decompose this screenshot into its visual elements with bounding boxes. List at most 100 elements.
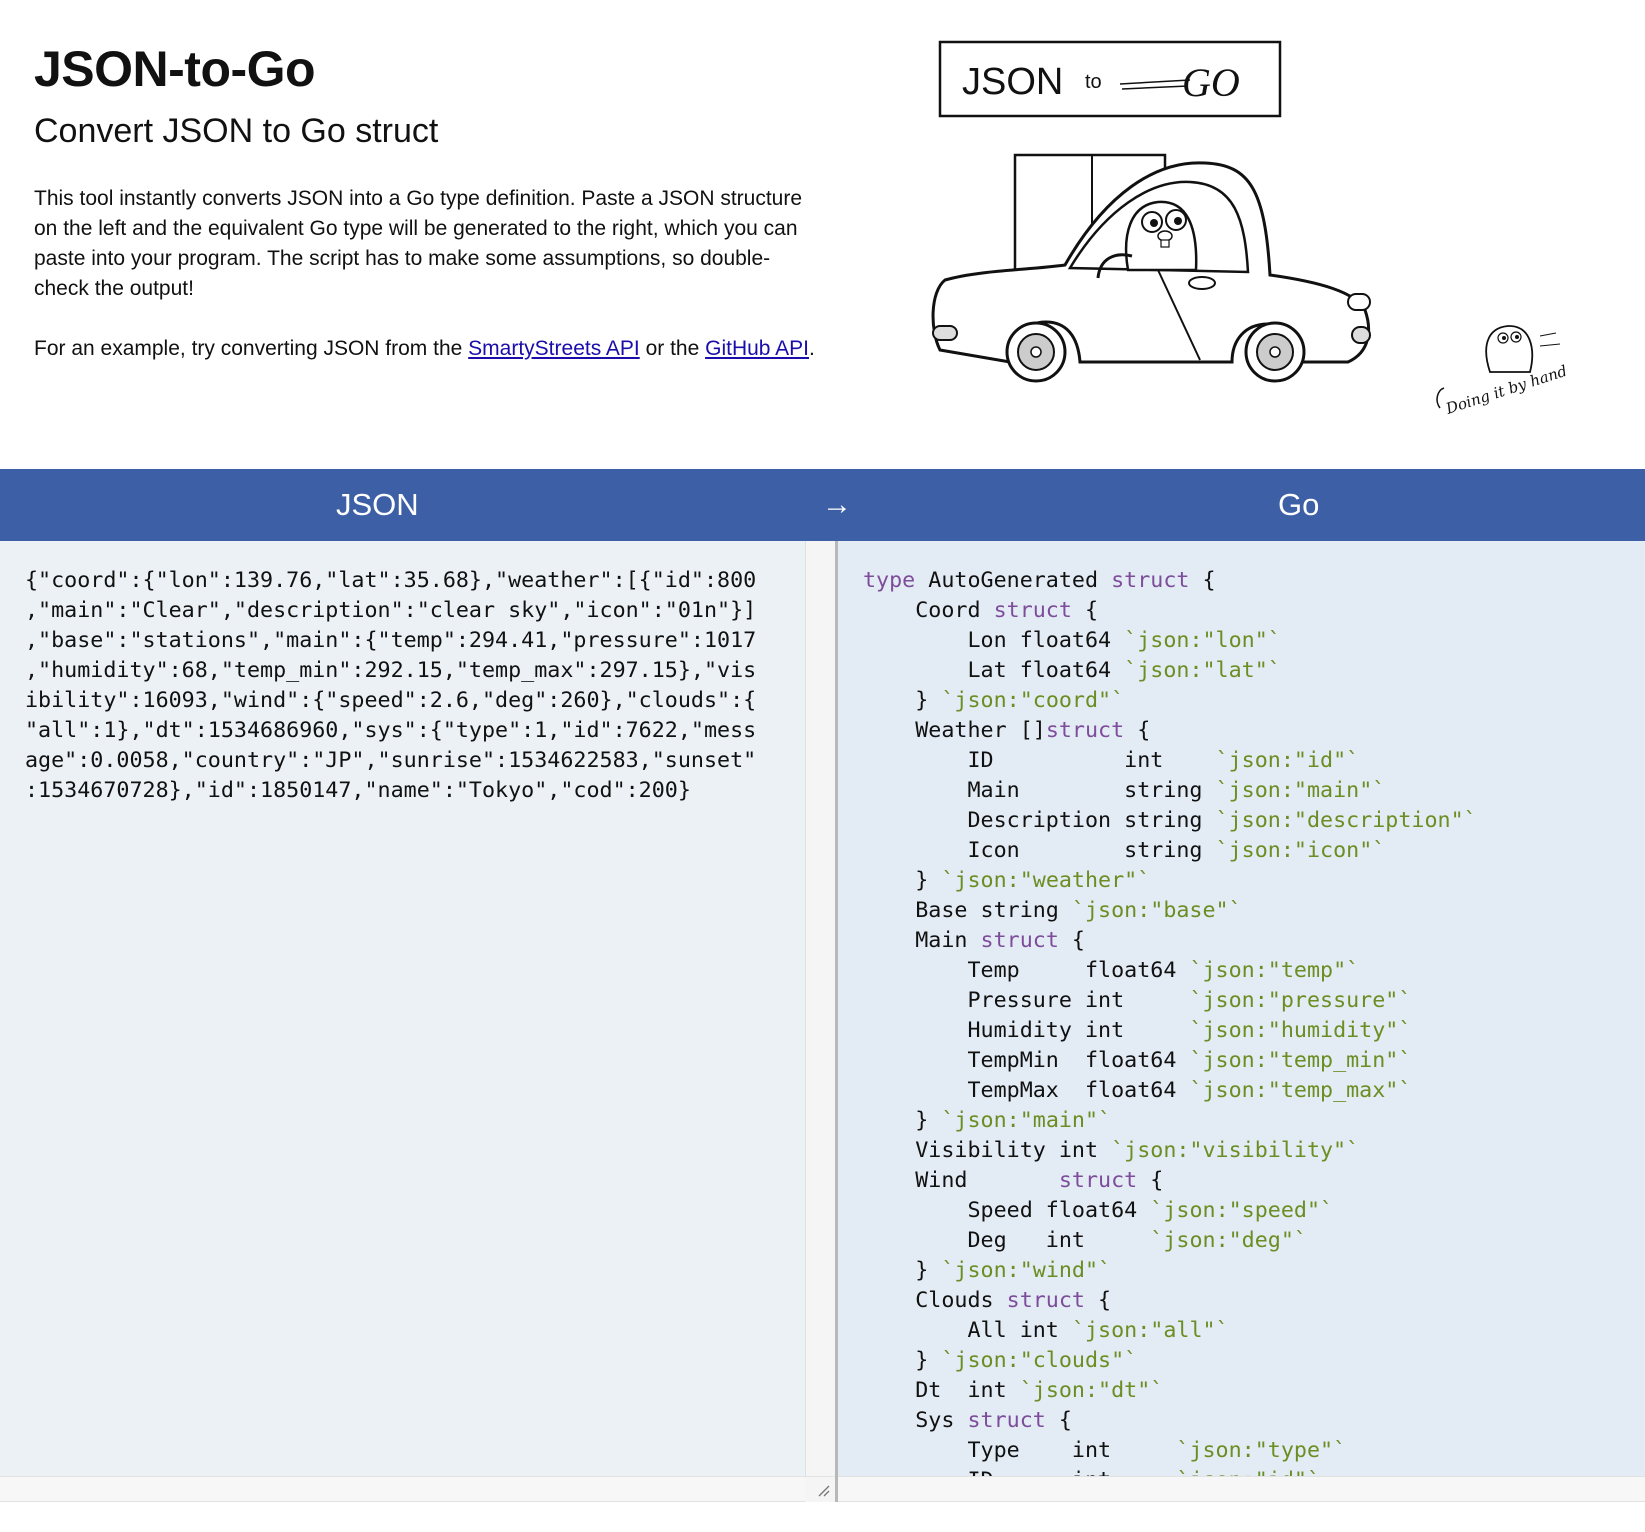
json-pane-label: JSON [336, 487, 419, 522]
go-struct-tag: `json:"weather"` [941, 868, 1151, 893]
go-output-line: Clouds struct { [863, 1286, 1477, 1316]
go-code-text: All int [967, 1318, 1072, 1343]
tool-description: This tool instantly converts JSON into a… [34, 187, 803, 300]
go-code-text: Base string [915, 898, 1072, 923]
go-output-line: Icon string `json:"icon"` [863, 836, 1477, 866]
go-code-text: Type int [967, 1438, 1177, 1463]
go-code-text: AutoGenerated [915, 568, 1112, 593]
go-struct-tag: `json:"visibility"` [1111, 1138, 1360, 1163]
go-code-text: Clouds [915, 1288, 1007, 1313]
go-keyword: struct [980, 928, 1059, 953]
go-code-text: Sys [915, 1408, 968, 1433]
go-output-line: Weather []struct { [863, 716, 1477, 746]
go-output-line: ID int `json:"id"` [863, 1466, 1477, 1476]
go-output-line: Deg int `json:"deg"` [863, 1226, 1477, 1256]
go-output-line: Main string `json:"main"` [863, 776, 1477, 806]
go-keyword: struct [1111, 568, 1190, 593]
go-struct-tag: `json:"all"` [1071, 1318, 1229, 1343]
go-struct-tag: `json:"humidity"` [1189, 1018, 1412, 1043]
go-code-text: { [1058, 928, 1085, 953]
go-code-text: } [915, 1258, 942, 1283]
json-input-horizontal-scrollbar[interactable] [0, 1476, 805, 1502]
go-struct-tag: `json:"id"` [1215, 748, 1360, 773]
go-output-line: } `json:"weather"` [863, 866, 1477, 896]
go-output-line: Lat float64 `json:"lat"` [863, 656, 1477, 686]
go-struct-tag: `json:"dt"` [1019, 1378, 1164, 1403]
logo-go-text: GO [1182, 60, 1240, 105]
go-code-text: Icon string [967, 838, 1216, 863]
go-output-horizontal-scrollbar[interactable] [838, 1476, 1645, 1502]
go-output-line: } `json:"coord"` [863, 686, 1477, 716]
go-output-line: Wind struct { [863, 1166, 1477, 1196]
example-mid: or the [639, 337, 706, 360]
example-text: For an example, try converting JSON from… [34, 334, 824, 364]
go-keyword: struct [1045, 718, 1125, 743]
textarea-resize-handle[interactable] [805, 1476, 835, 1502]
go-code-text: ID int [967, 1468, 1176, 1476]
go-keyword: type [863, 568, 916, 593]
go-output-pane[interactable]: type AutoGenerated struct { Coord struct… [838, 541, 1645, 1476]
resize-grip-icon[interactable] [805, 1477, 835, 1503]
go-output-line: Coord struct { [863, 596, 1477, 626]
go-struct-tag: `json:"deg"` [1150, 1228, 1307, 1253]
go-code-text: } [915, 688, 942, 713]
go-struct-tag: `json:"main"` [1215, 778, 1386, 803]
go-output-line: } `json:"main"` [863, 1106, 1477, 1136]
go-output-line: Base string `json:"base"` [863, 896, 1477, 926]
go-output-line: } `json:"wind"` [863, 1256, 1477, 1286]
json-input-vertical-scrollbar[interactable] [805, 541, 835, 1476]
go-struct-tag: `json:"lon"` [1124, 628, 1281, 653]
example-suffix: . [809, 337, 815, 360]
go-code-text: Temp float64 [967, 958, 1190, 983]
go-output-code[interactable]: type AutoGenerated struct { Coord struct… [863, 566, 1477, 1476]
go-code-text: } [915, 868, 942, 893]
go-output-line: } `json:"clouds"` [863, 1346, 1477, 1376]
go-struct-tag: `json:"base"` [1071, 898, 1242, 923]
go-code-text: { [1084, 1288, 1112, 1313]
go-code-text: } [915, 1348, 942, 1373]
go-struct-tag: `json:"pressure"` [1189, 988, 1412, 1013]
github-api-link[interactable]: GitHub API [705, 337, 809, 360]
json-to-go-logo: JSON to GO [938, 40, 1282, 118]
go-output-line: TempMin float64 `json:"temp_min"` [863, 1046, 1477, 1076]
go-keyword: struct [993, 598, 1072, 623]
go-code-text: Coord [915, 598, 994, 623]
page-header: JSON-to-Go Convert JSON to Go struct Thi… [0, 0, 1645, 470]
go-code-text: TempMin float64 [967, 1048, 1190, 1073]
go-code-text: { [1071, 598, 1099, 623]
go-code-text: Main string [967, 778, 1216, 803]
go-code-text: ID int [967, 748, 1216, 773]
go-struct-tag: `json:"id"` [1176, 1468, 1320, 1476]
logo-json-text: JSON [962, 61, 1063, 103]
go-code-text: Humidity int [967, 1018, 1190, 1043]
example-prefix: For an example, try converting JSON from… [34, 337, 469, 360]
go-code-text: } [915, 1108, 942, 1133]
go-struct-tag: `json:"main"` [941, 1108, 1112, 1133]
json-input-textarea[interactable] [0, 541, 805, 1476]
go-keyword: struct [967, 1408, 1046, 1433]
go-struct-tag: `json:"temp"` [1189, 958, 1360, 983]
go-struct-tag: `json:"lat"` [1124, 658, 1281, 683]
go-struct-tag: `json:"temp_max"` [1189, 1078, 1412, 1103]
go-code-text: Description string [967, 808, 1216, 833]
go-output-line: Sys struct { [863, 1406, 1477, 1436]
go-output-line: All int `json:"all"` [863, 1316, 1477, 1346]
go-code-text: Dt int [915, 1378, 1020, 1403]
go-code-text: { [1045, 1408, 1072, 1433]
go-code-text: Main [915, 928, 981, 953]
page-subtitle: Convert JSON to Go struct [34, 112, 439, 150]
converter-header-bar: JSON → Go [0, 469, 1645, 541]
go-code-text: TempMax float64 [967, 1078, 1190, 1103]
smartystreets-api-link[interactable]: SmartyStreets API [468, 337, 640, 360]
go-output-line: Humidity int `json:"humidity"` [863, 1016, 1477, 1046]
go-code-text: Weather [] [915, 718, 1046, 743]
go-struct-tag: `json:"description"` [1215, 808, 1477, 833]
go-code-text: Deg int [967, 1228, 1151, 1253]
go-output-line: ID int `json:"id"` [863, 746, 1477, 776]
go-struct-tag: `json:"wind"` [941, 1258, 1112, 1283]
go-code-text: { [1124, 718, 1151, 743]
arrow-right-icon: → [822, 488, 852, 521]
go-pane-label: Go [1278, 487, 1320, 522]
go-output-line: type AutoGenerated struct { [863, 566, 1477, 596]
go-output-line: Description string `json:"description"` [863, 806, 1477, 836]
